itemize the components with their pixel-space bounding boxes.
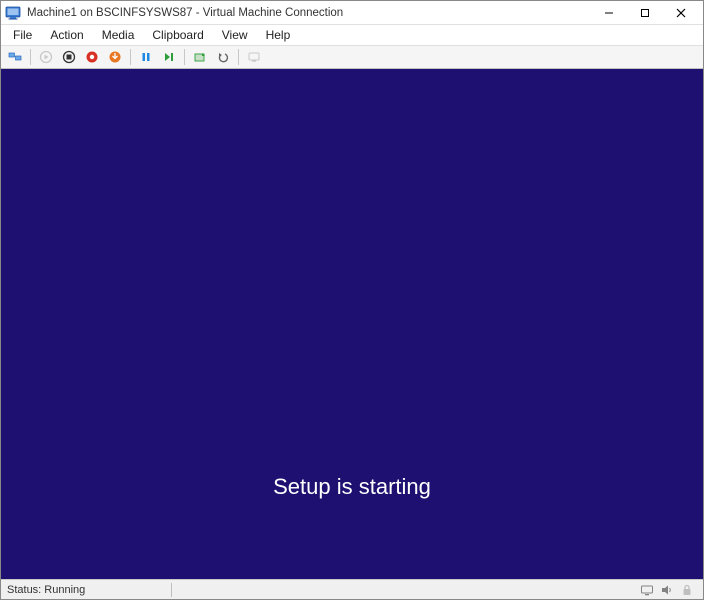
status-text: Status: Running (7, 584, 167, 596)
start-button[interactable] (36, 47, 56, 67)
toolbar-separator (30, 49, 31, 65)
save-button[interactable] (105, 47, 125, 67)
revert-button[interactable] (213, 47, 233, 67)
menu-file[interactable]: File (5, 26, 40, 44)
setup-message: Setup is starting (273, 474, 431, 500)
window-controls (591, 2, 699, 24)
toolbar-separator (238, 49, 239, 65)
checkpoint-button[interactable] (190, 47, 210, 67)
minimize-button[interactable] (591, 2, 627, 24)
enhanced-session-button[interactable] (244, 47, 264, 67)
toolbar-separator (184, 49, 185, 65)
menu-view[interactable]: View (214, 26, 256, 44)
vm-display[interactable]: Setup is starting (1, 69, 703, 579)
maximize-button[interactable] (627, 2, 663, 24)
turn-off-button[interactable] (59, 47, 79, 67)
toolbar-separator (130, 49, 131, 65)
menu-help[interactable]: Help (258, 26, 299, 44)
close-button[interactable] (663, 2, 699, 24)
toolbar (1, 45, 703, 69)
menubar: File Action Media Clipboard View Help (1, 25, 703, 45)
shutdown-button[interactable] (82, 47, 102, 67)
menu-media[interactable]: Media (94, 26, 143, 44)
lock-icon (679, 582, 695, 598)
statusbar: Status: Running (1, 579, 703, 599)
window-title: Machine1 on BSCINFSYSWS87 - Virtual Mach… (27, 7, 591, 19)
reset-button[interactable] (159, 47, 179, 67)
menu-action[interactable]: Action (42, 26, 91, 44)
titlebar: Machine1 on BSCINFSYSWS87 - Virtual Mach… (1, 1, 703, 25)
display-config-icon[interactable] (639, 582, 655, 598)
app-icon (5, 5, 21, 21)
menu-clipboard[interactable]: Clipboard (144, 26, 211, 44)
ctrl-alt-del-button[interactable] (5, 47, 25, 67)
statusbar-separator (171, 583, 172, 597)
pause-button[interactable] (136, 47, 156, 67)
speaker-icon[interactable] (659, 582, 675, 598)
